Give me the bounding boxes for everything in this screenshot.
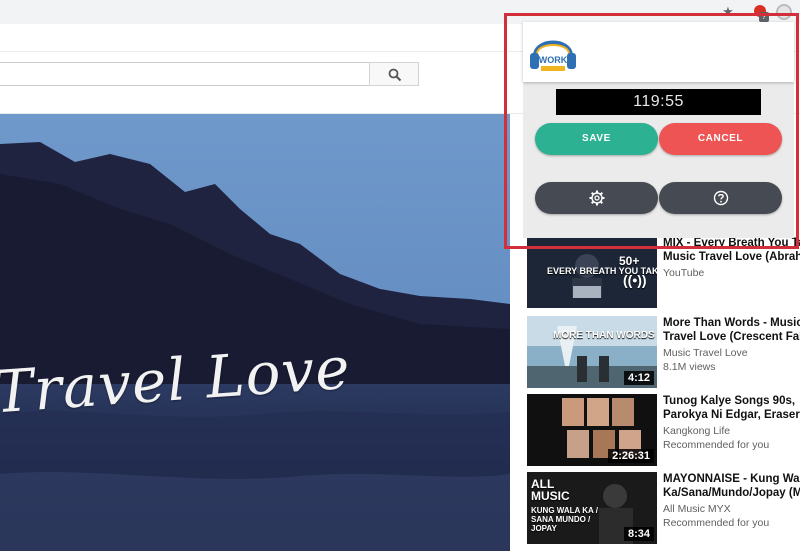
thumbnail-text: MORE THAN WORDS (553, 330, 655, 341)
channel-name: Music Travel Love (663, 347, 748, 359)
video-title[interactable]: Tunog Kalye Songs 90s, (663, 394, 800, 408)
video-thumbnail[interactable]: MORE THAN WORDS 4:12 (527, 316, 657, 388)
search-icon (388, 68, 402, 82)
video-title-line2[interactable]: Travel Love (Crescent Falls, (663, 330, 800, 344)
view-count: 8.1M views (663, 361, 716, 373)
video-player[interactable]: Travel Love (0, 114, 510, 551)
video-title-line2[interactable]: Parokya Ni Edgar, Eraserhead (663, 408, 800, 422)
playlist-radio-icon: ((•)) (623, 272, 647, 288)
recommended-badge: Recommended for you (663, 517, 770, 529)
list-item[interactable]: MORE THAN WORDS 4:12 More Than Words - M… (527, 316, 800, 388)
gear-icon (589, 190, 605, 206)
settings-button[interactable] (535, 182, 658, 214)
list-item[interactable]: ALL MUSIC KUNG WALA KA / SANA MUNDO / JO… (527, 472, 800, 544)
channel-name: All Music MYX (663, 503, 731, 515)
video-frame-image (0, 114, 510, 551)
video-title[interactable]: More Than Words - Music (663, 316, 800, 330)
thumbnail-text: KUNG WALA KA / SANA MUNDO / JOPAY (531, 506, 598, 533)
headphones-logo-icon: WORK (530, 40, 576, 71)
recommended-badge: Recommended for you (663, 439, 770, 451)
video-thumbnail[interactable]: ALL MUSIC KUNG WALA KA / SANA MUNDO / JO… (527, 472, 657, 544)
cancel-button[interactable]: CANCEL (659, 123, 782, 155)
timer-display: 119:55 (556, 89, 761, 115)
list-item[interactable]: 2:26:31 Tunog Kalye Songs 90s, Parokya N… (527, 394, 800, 466)
help-button[interactable] (659, 182, 782, 214)
popup-header: WORK (523, 22, 794, 82)
video-title-line2[interactable]: Music Travel Love (Abraham (663, 250, 800, 264)
recommendation-list: EVERY BREATH YOU TAKE 50+ ((•)) MIX - Ev… (527, 236, 800, 551)
search-input[interactable] (0, 62, 370, 86)
save-button[interactable]: SAVE (535, 123, 658, 155)
channel-name: Kangkong Life (663, 425, 731, 437)
search-button[interactable] (369, 62, 419, 86)
video-duration: 4:12 (623, 371, 654, 385)
video-duration: 2:26:31 (608, 449, 654, 463)
brand-logo-text: ALL MUSIC (531, 477, 570, 503)
video-title-line2[interactable]: Ka/Sana/Mundo/Jopay (MYX (663, 486, 800, 500)
video-thumbnail[interactable]: 2:26:31 (527, 394, 657, 466)
video-title[interactable]: MAYONNAISE - Kung Wala (663, 472, 800, 486)
logo-text: WORK (539, 55, 568, 65)
video-duration: 8:34 (623, 527, 654, 541)
extension-popup: WORK 119:55 SAVE CANCEL (523, 22, 794, 238)
playlist-count-badge: 50+ (619, 254, 640, 268)
channel-name: YouTube (663, 267, 705, 279)
help-circle-icon (713, 190, 729, 206)
